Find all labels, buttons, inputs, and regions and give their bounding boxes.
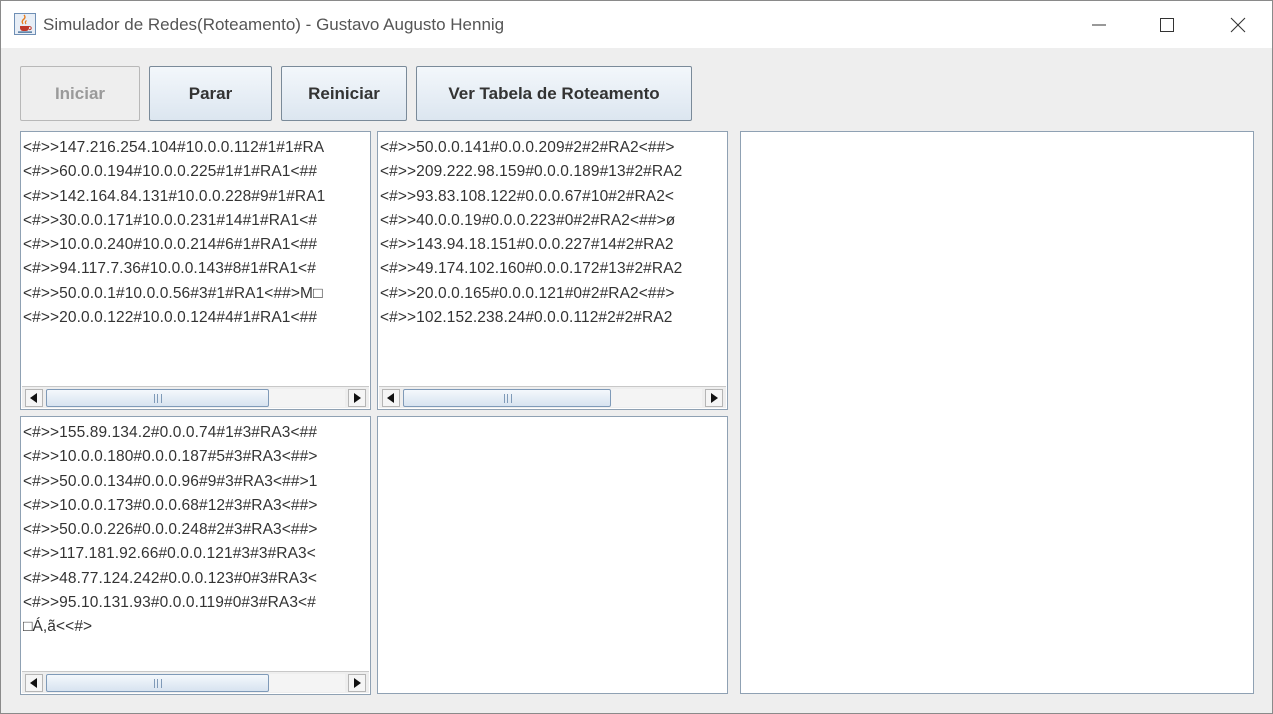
scroll-track[interactable] (46, 674, 345, 692)
scroll-right-button[interactable] (705, 389, 723, 407)
scroll-thumb[interactable] (46, 674, 269, 692)
iniciar-button[interactable]: Iniciar (20, 66, 140, 121)
arrow-right-icon (711, 393, 718, 403)
log-line: <#>>50.0.0.134#0.0.0.96#9#3#RA3<##>1 (23, 472, 318, 490)
router-ra3-log-area[interactable]: <#>>155.89.134.2#0.0.0.74#1#3#RA3<## <#>>… (20, 416, 371, 695)
log-line: <#>>102.152.238.24#0.0.0.112#2#2#RA2 (380, 309, 673, 327)
log-line: <#>>50.0.0.141#0.0.0.209#2#2#RA2<##> (380, 139, 675, 156)
grip-icon (504, 394, 512, 403)
router-ra4-log-area[interactable] (377, 416, 728, 694)
close-button[interactable] (1215, 1, 1261, 48)
close-icon (1230, 17, 1246, 32)
arrow-left-icon (30, 393, 37, 403)
horizontal-scrollbar[interactable] (379, 386, 726, 408)
log-line: <#>>49.174.102.160#0.0.0.172#13#2#RA2 (380, 260, 683, 278)
log-line: <#>>48.77.124.242#0.0.0.123#0#3#RA3< (23, 569, 318, 587)
log-line: <#>>94.117.7.36#10.0.0.143#8#1#RA1<# (23, 260, 316, 278)
scroll-left-button[interactable] (25, 389, 43, 407)
log-line: <#>>20.0.0.122#10.0.0.124#4#1#RA1<## (23, 309, 318, 327)
scroll-track[interactable] (403, 389, 702, 407)
log-line: <#>>20.0.0.165#0.0.0.121#0#2#RA2<##> (380, 284, 675, 302)
ver-tabela-roteamento-button[interactable]: Ver Tabela de Roteamento (416, 66, 692, 121)
log-lines: <#>>50.0.0.141#0.0.0.209#2#2#RA2<##> <#>>… (380, 136, 682, 330)
scroll-thumb[interactable] (46, 389, 269, 407)
log-line: <#>>10.0.0.180#0.0.0.187#5#3#RA3<##> (23, 448, 318, 466)
reiniciar-button[interactable]: Reiniciar (281, 66, 407, 121)
log-line: <#>>142.164.84.131#10.0.0.228#9#1#RA1 (23, 187, 326, 205)
horizontal-scrollbar[interactable] (22, 671, 369, 693)
scroll-right-button[interactable] (348, 389, 366, 407)
log-line: <#>>147.216.254.104#10.0.0.112#1#1#RA (23, 139, 325, 156)
java-coffee-icon (14, 13, 36, 35)
log-line: <#>>95.10.131.93#0.0.0.119#0#3#RA3<# (23, 594, 316, 612)
grip-icon (154, 679, 162, 688)
log-lines: <#>>147.216.254.104#10.0.0.112#1#1#RA <#>… (23, 136, 325, 330)
scroll-left-button[interactable] (382, 389, 400, 407)
log-line: <#>>30.0.0.171#10.0.0.231#14#1#RA1<# (23, 211, 318, 229)
scroll-right-button[interactable] (348, 674, 366, 692)
log-line: <#>>155.89.134.2#0.0.0.74#1#3#RA3<## (23, 424, 318, 441)
minimize-icon (1092, 24, 1106, 25)
log-line: <#>>209.222.98.159#0.0.0.189#13#2#RA2 (380, 163, 683, 181)
arrow-right-icon (354, 393, 361, 403)
log-line: □Á,ã<<#> (23, 618, 93, 636)
maximize-button[interactable] (1144, 1, 1190, 48)
log-line: <#>>93.83.108.122#0.0.0.67#10#2#RA2< (380, 187, 675, 205)
horizontal-scrollbar[interactable] (22, 386, 369, 408)
log-line: <#>>117.181.92.66#0.0.0.121#3#3#RA3< (23, 545, 316, 563)
log-line: <#>>50.0.0.1#10.0.0.56#3#1#RA1<##>M□ (23, 284, 323, 302)
log-line: <#>>10.0.0.173#0.0.0.68#12#3#RA3<##> (23, 496, 318, 514)
parar-button[interactable]: Parar (149, 66, 272, 121)
log-line: <#>>143.94.18.151#0.0.0.227#14#2#RA2 (380, 236, 674, 254)
window-title: Simulador de Redes(Roteamento) - Gustavo… (43, 15, 505, 34)
arrow-left-icon (387, 393, 394, 403)
maximize-icon (1160, 17, 1174, 32)
title-bar[interactable]: Simulador de Redes(Roteamento) - Gustavo… (1, 1, 1272, 48)
log-line: <#>>40.0.0.19#0.0.0.223#0#2#RA2<##>ø (380, 211, 676, 229)
router-ra1-log-area[interactable]: <#>>147.216.254.104#10.0.0.112#1#1#RA <#>… (20, 131, 371, 410)
minimize-button[interactable] (1076, 1, 1122, 48)
app-window: Simulador de Redes(Roteamento) - Gustavo… (0, 0, 1273, 714)
log-lines: <#>>155.89.134.2#0.0.0.74#1#3#RA3<## <#>>… (23, 421, 318, 640)
routing-table-area[interactable] (740, 131, 1254, 694)
scroll-thumb[interactable] (403, 389, 611, 407)
log-line: <#>>60.0.0.194#10.0.0.225#1#1#RA1<## (23, 163, 318, 181)
scroll-left-button[interactable] (25, 674, 43, 692)
router-ra2-log-area[interactable]: <#>>50.0.0.141#0.0.0.209#2#2#RA2<##> <#>>… (377, 131, 728, 410)
log-line: <#>>10.0.0.240#10.0.0.214#6#1#RA1<## (23, 236, 318, 254)
log-line: <#>>50.0.0.226#0.0.0.248#2#3#RA3<##> (23, 521, 318, 539)
arrow-right-icon (354, 678, 361, 688)
scroll-track[interactable] (46, 389, 345, 407)
arrow-left-icon (30, 678, 37, 688)
grip-icon (154, 394, 162, 403)
